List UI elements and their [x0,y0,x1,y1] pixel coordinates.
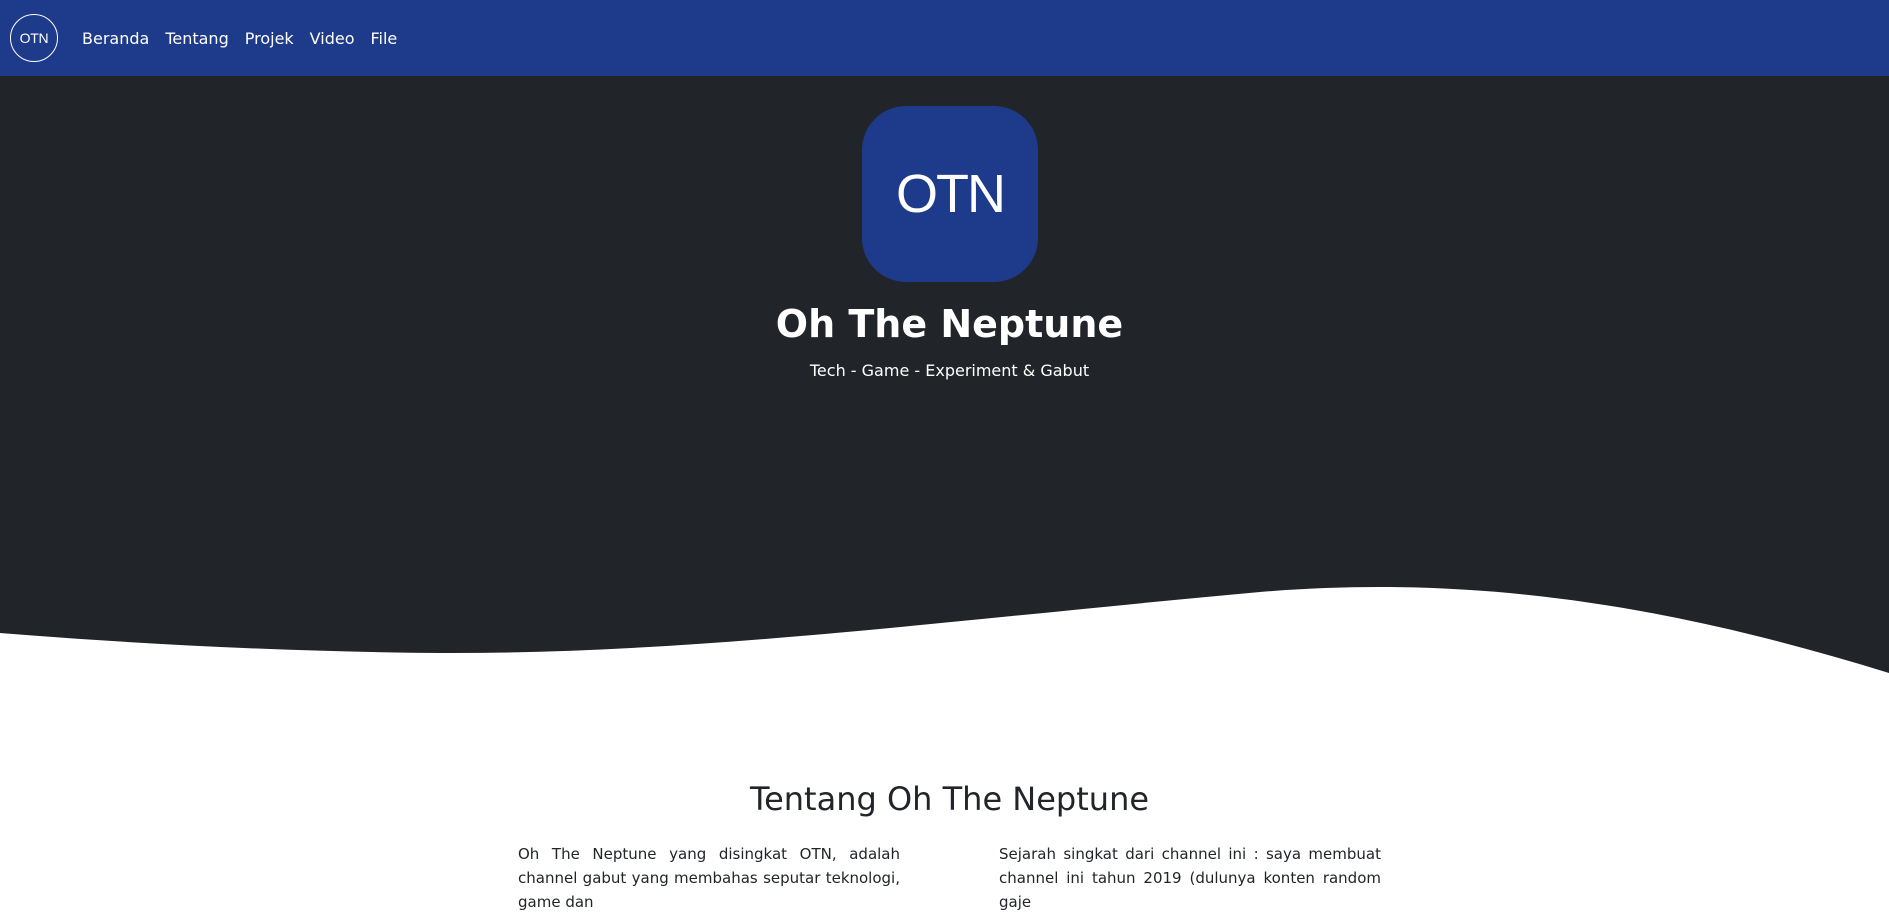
hero-title: Oh The Neptune [775,302,1124,346]
nav-link-tentang[interactable]: Tentang [165,29,228,48]
hero-wave-divider [0,587,1889,700]
hero-logo: OTN [862,106,1038,282]
about-text-right: Sejarah singkat dari channel ini : saya … [999,845,1381,911]
about-section: Tentang Oh The Neptune Oh The Neptune ya… [0,780,1889,911]
hero-subtitle: Tech - Game - Experiment & Gabut [809,361,1090,380]
nav-links: Beranda Tentang Projek Video File [82,29,397,48]
nav-link-projek[interactable]: Projek [245,29,294,48]
about-text-left: Oh The Neptune yang disingkat OTN, adala… [518,845,900,911]
brand-logo[interactable]: OTN [10,14,58,62]
nav-link-file[interactable]: File [371,29,398,48]
nav-link-video[interactable]: Video [310,29,355,48]
about-title: Tentang Oh The Neptune [749,780,1150,818]
navbar: OTN Beranda Tentang Projek Video File [0,0,1889,77]
nav-link-beranda[interactable]: Beranda [82,29,149,48]
